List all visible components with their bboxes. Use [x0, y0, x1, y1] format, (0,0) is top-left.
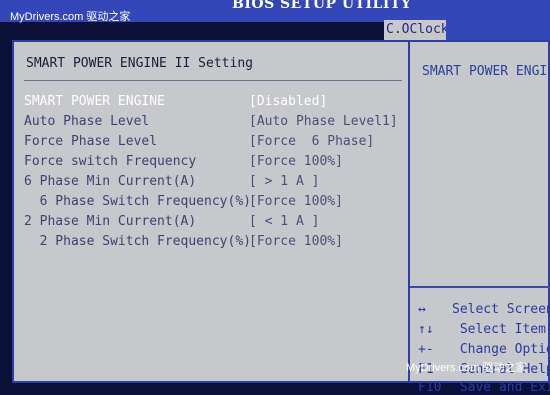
setting-auto-phase-level[interactable]: Auto Phase Level [Auto Phase Level1] — [14, 114, 410, 134]
help-panel: SMART POWER ENGIN ↔ Select Screen ↑↓ Sele… — [410, 40, 550, 395]
setting-value[interactable]: [ < 1 A ] — [249, 214, 319, 229]
setting-label: Auto Phase Level — [24, 114, 150, 129]
key-hint-label: Select Item — [452, 322, 546, 337]
section-title: SMART POWER ENGINE II Setting — [26, 56, 253, 71]
key-hint-select-screen: ↔ Select Screen — [418, 302, 550, 317]
bios-title: BIOS SETUP UTILITY — [232, 0, 412, 12]
arrows-up-down-icon: ↑↓ — [418, 322, 434, 337]
arrows-left-right-icon: ↔ — [418, 302, 426, 317]
setting-label: Force switch Frequency — [24, 154, 197, 169]
setting-2-phase-min-current[interactable]: 2 Phase Min Current(A) [ < 1 A ] — [14, 214, 410, 234]
section-divider — [24, 80, 402, 81]
tab-bar-filler — [446, 20, 550, 40]
setting-label: 2 Phase Min Current(A) — [24, 214, 197, 229]
help-title: SMART POWER ENGIN — [422, 64, 550, 79]
setting-value[interactable]: [ > 1 A ] — [249, 174, 319, 189]
settings-panel: SMART POWER ENGINE II Setting SMART POWE… — [12, 40, 410, 383]
setting-value[interactable]: [Auto Phase Level1] — [249, 114, 398, 129]
setting-label: 6 Phase Switch Frequency(%) — [24, 194, 251, 209]
setting-value[interactable]: [Disabled] — [249, 94, 327, 109]
help-divider — [410, 286, 550, 288]
watermark-top: MyDrivers.com 驱动之家 — [10, 11, 131, 23]
title-bar: MyDrivers.com 驱动之家 BIOS SETUP UTILITY — [0, 0, 550, 23]
setting-6-phase-min-current[interactable]: 6 Phase Min Current(A) [ > 1 A ] — [14, 174, 410, 194]
setting-value[interactable]: [Force 100%] — [249, 154, 343, 169]
watermark-bottom: MyDrivers.com 驱动之家 — [406, 362, 527, 374]
key-hint-label: Select Screen — [452, 302, 550, 317]
f10-key: F10 — [418, 380, 442, 395]
setting-value[interactable]: [Force 100%] — [249, 194, 343, 209]
setting-force-phase-level[interactable]: Force Phase Level [Force 6 Phase] — [14, 134, 410, 154]
key-hint-save-exit: F10 Save and Exit — [418, 380, 550, 395]
key-hint-label: Change Option — [459, 342, 550, 357]
key-hint-label: Save and Exit — [459, 380, 550, 395]
plus-minus-key: +- — [418, 342, 434, 357]
tab-c-oclock[interactable]: C.OClock — [384, 20, 449, 40]
setting-smart-power-engine[interactable]: SMART POWER ENGINE [Disabled] — [14, 94, 410, 114]
setting-force-switch-frequency[interactable]: Force switch Frequency [Force 100%] — [14, 154, 410, 174]
setting-value[interactable]: [Force 6 Phase] — [249, 134, 374, 149]
key-hint-change-option: +- Change Option — [418, 342, 550, 357]
key-hint-select-item: ↑↓ Select Item — [418, 322, 546, 337]
setting-label: 2 Phase Switch Frequency(%) — [24, 234, 251, 249]
setting-label: Force Phase Level — [24, 134, 158, 149]
setting-value[interactable]: [Force 100%] — [249, 234, 343, 249]
setting-6-phase-switch-frequency[interactable]: 6 Phase Switch Frequency(%) [Force 100%] — [14, 194, 410, 214]
setting-label: 6 Phase Min Current(A) — [24, 174, 197, 189]
setting-2-phase-switch-frequency[interactable]: 2 Phase Switch Frequency(%) [Force 100%] — [14, 234, 410, 254]
setting-label: SMART POWER ENGINE — [24, 94, 165, 109]
